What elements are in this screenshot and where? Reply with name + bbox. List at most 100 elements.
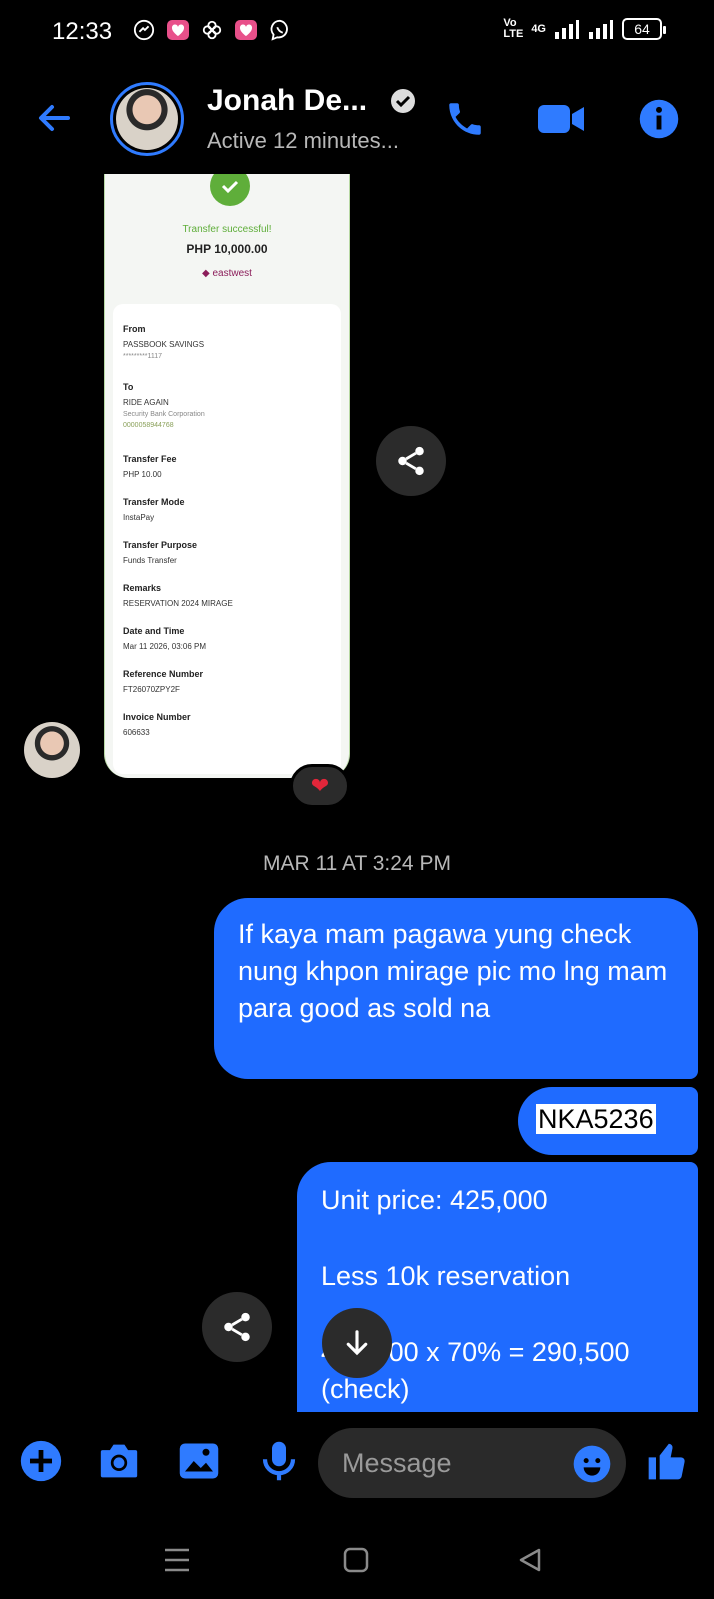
app-icon [234, 18, 258, 42]
battery-level: 64 [634, 21, 650, 37]
share-button[interactable] [202, 1292, 272, 1362]
triangle-back-icon [519, 1548, 541, 1572]
system-navigation [0, 1522, 714, 1599]
message-text: If kaya mam pagawa yung check nung khpon… [238, 919, 668, 1023]
pinwheel-icon [200, 18, 224, 42]
home-button[interactable] [336, 1540, 376, 1580]
to-name: RIDE AGAIN [123, 398, 169, 407]
emoji-button[interactable] [572, 1444, 612, 1484]
call-button[interactable] [440, 94, 490, 144]
from-account: PASSBOOK SAVINGS [123, 340, 205, 349]
to-number: 0000058944768 [123, 422, 174, 429]
system-indicators: Vo LTE 4G 64 [503, 17, 666, 40]
signal-icon [555, 20, 579, 39]
contact-name[interactable]: Jonah De... [207, 84, 367, 118]
date-label: Date and Time [123, 626, 185, 636]
contact-avatar[interactable] [110, 82, 184, 156]
plus-icon [20, 1440, 62, 1482]
messenger-icon [132, 18, 156, 42]
recent-apps-button[interactable] [157, 1540, 197, 1580]
reference-section: Reference Number FT26070ZPY2F [123, 669, 203, 694]
transfer-receipt-image[interactable]: Transfer successful! PHP 10,000.00 ◆ eas… [104, 174, 350, 778]
receipt-status: Transfer successful! [182, 224, 272, 235]
reference-label: Reference Number [123, 669, 204, 679]
from-number: *********1117 [123, 353, 163, 360]
back-nav-button[interactable] [510, 1540, 550, 1580]
mode-section: Transfer Mode InstaPay [123, 497, 185, 522]
receipt-details: From PASSBOOK SAVINGS *********1117 To R… [113, 304, 341, 774]
battery-icon: 64 [622, 18, 666, 40]
share-button[interactable] [376, 426, 446, 496]
camera-button[interactable] [94, 1436, 144, 1486]
success-check-icon [210, 174, 250, 206]
info-icon [639, 99, 679, 139]
square-icon [343, 1547, 369, 1573]
from-section: From PASSBOOK SAVINGS *********1117 [123, 324, 204, 360]
purpose-value: Funds Transfer [123, 556, 177, 565]
share-icon [398, 446, 424, 476]
signal-icon [589, 20, 613, 39]
outgoing-message[interactable]: If kaya mam pagawa yung check nung khpon… [214, 898, 698, 1079]
remarks-value: RESERVATION 2024 MIRAGE [123, 599, 233, 608]
from-label: From [123, 324, 146, 334]
invoice-section: Invoice Number 606633 [123, 712, 191, 737]
reference-value: FT26070ZPY2F [123, 685, 180, 694]
video-call-button[interactable] [536, 94, 586, 144]
invoice-label: Invoice Number [123, 712, 191, 722]
clock: 12:33 [52, 18, 113, 45]
bank-logo: ◆ eastwest [202, 268, 252, 279]
add-button[interactable] [16, 1436, 66, 1486]
status-bar: 12:33 Vo LTE 4G 64 [0, 0, 714, 66]
chat-header: Jonah De... Active 12 minutes... [0, 70, 714, 180]
smiley-icon [573, 1445, 611, 1483]
video-camera-icon [538, 105, 584, 133]
share-icon [224, 1312, 250, 1342]
voice-button[interactable] [254, 1436, 304, 1486]
arrow-down-icon [346, 1330, 368, 1356]
mode-label: Transfer Mode [123, 497, 185, 507]
message-timestamp: MAR 11 AT 3:24 PM [263, 852, 451, 875]
remarks-section: Remarks RESERVATION 2024 MIRAGE [123, 583, 233, 608]
arrow-left-icon [39, 105, 70, 131]
to-label: To [123, 382, 134, 392]
receipt-amount: PHP 10,000.00 [186, 242, 268, 256]
purpose-section: Transfer Purpose Funds Transfer [123, 540, 197, 565]
to-section: To RIDE AGAIN Security Bank Corporation … [123, 382, 205, 429]
fee-value: PHP 10.00 [123, 470, 162, 479]
message-text: NKA5236 [536, 1104, 656, 1134]
to-bank: Security Bank Corporation [123, 411, 205, 418]
verified-icon [390, 88, 416, 114]
camera-icon [100, 1444, 138, 1478]
microphone-icon [262, 1441, 296, 1481]
image-icon [179, 1443, 219, 1479]
date-value: Mar 11 2026, 03:06 PM [123, 642, 207, 651]
bank-name: eastwest [212, 268, 252, 279]
outgoing-message[interactable]: NKA5236 [518, 1087, 698, 1155]
fee-label: Transfer Fee [123, 454, 177, 464]
info-button[interactable] [634, 94, 684, 144]
message-line: (check) [321, 1374, 410, 1404]
remarks-label: Remarks [123, 583, 162, 593]
volte-indicator: Vo LTE [503, 17, 524, 40]
gallery-button[interactable] [174, 1436, 224, 1486]
invoice-value: 606633 [123, 728, 150, 737]
back-button[interactable] [30, 94, 78, 142]
date-section: Date and Time Mar 11 2026, 03:06 PM [123, 626, 206, 651]
app-icon [166, 18, 190, 42]
thumbs-up-icon [648, 1443, 685, 1480]
message-line: Less 10k reservation [321, 1261, 571, 1291]
like-button[interactable] [642, 1436, 692, 1486]
viber-icon [268, 18, 292, 42]
scroll-to-bottom-button[interactable] [322, 1308, 392, 1378]
message-input[interactable] [342, 1446, 542, 1480]
message-composer [0, 1412, 714, 1522]
sender-avatar[interactable] [24, 722, 80, 778]
message-field[interactable] [318, 1428, 626, 1498]
avatar [116, 88, 178, 150]
mode-value: InstaPay [123, 513, 155, 522]
heart-reaction[interactable]: ❤ [290, 764, 350, 808]
menu-icon [165, 1548, 189, 1572]
phone-icon [449, 103, 481, 135]
active-status: Active 12 minutes... [207, 128, 399, 153]
notification-icons [132, 18, 292, 42]
